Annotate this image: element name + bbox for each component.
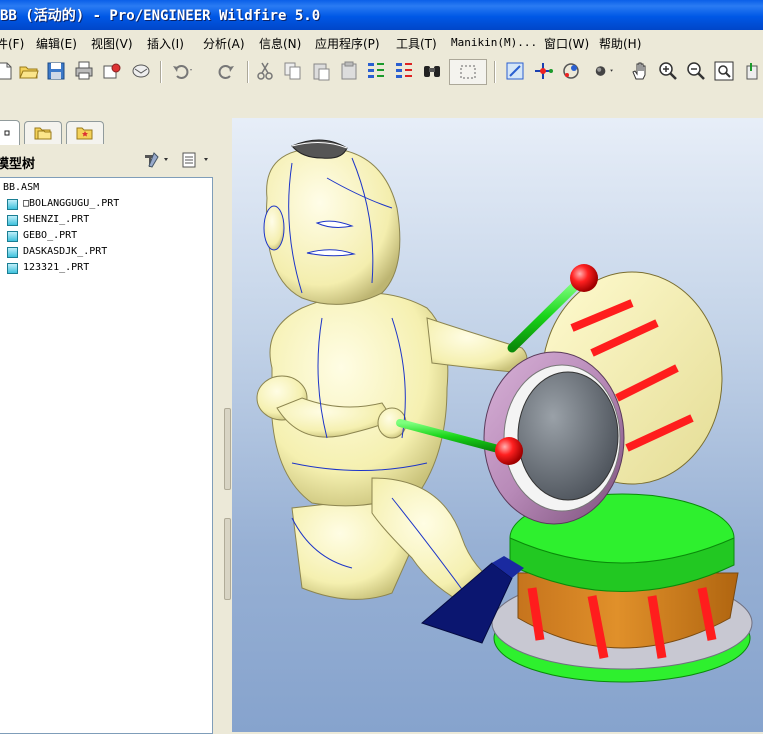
email-icon[interactable]: [129, 59, 153, 83]
menu-bar: 件(F) 编辑(E) 视图(V) 插入(I) 分析(A) 信息(N) 应用程序(…: [0, 30, 763, 55]
redo-icon[interactable]: [213, 59, 237, 83]
open-icon[interactable]: [17, 59, 41, 83]
repaint-icon[interactable]: [503, 59, 527, 83]
find-icon[interactable]: [420, 59, 444, 83]
panel-splitter[interactable]: [222, 118, 232, 732]
copy-icon[interactable]: [281, 59, 305, 83]
menu-tools[interactable]: 工具(T): [396, 35, 437, 52]
model-tree-tab[interactable]: [0, 120, 20, 145]
part-icon: [7, 247, 18, 258]
display-style-icon[interactable]: [587, 59, 621, 83]
refit-icon[interactable]: [712, 59, 736, 83]
navigator-tabs: [0, 118, 232, 145]
menu-edit[interactable]: 编辑(E): [36, 35, 77, 52]
main-toolbar: [0, 55, 763, 89]
menu-applications[interactable]: 应用程序(P): [315, 35, 380, 52]
part-icon: [7, 231, 18, 242]
folder-icon: [34, 127, 52, 140]
menu-info[interactable]: 信息(N): [259, 35, 301, 52]
model-tree-header: 模型树: [0, 146, 222, 176]
paste-icon[interactable]: [309, 59, 333, 83]
send-icon[interactable]: [100, 59, 124, 83]
splitter-handle[interactable]: [224, 408, 231, 490]
part-icon: [7, 215, 18, 226]
print-icon[interactable]: [72, 59, 96, 83]
new-icon[interactable]: [0, 59, 16, 83]
menu-file[interactable]: 件(F): [0, 35, 24, 52]
menu-analysis[interactable]: 分析(A): [203, 35, 245, 52]
spin-center-icon[interactable]: [531, 59, 555, 83]
menu-manikin[interactable]: Manikin(M)...: [451, 36, 537, 49]
list-icon: [182, 152, 208, 168]
save-icon[interactable]: [44, 59, 68, 83]
part-icon: [7, 199, 18, 210]
title-bar: BB (活动的) - Pro/ENGINEER Wildfire 5.0: [0, 0, 763, 30]
window-title: BB (活动的) - Pro/ENGINEER Wildfire 5.0: [0, 8, 321, 24]
pan-icon[interactable]: [628, 59, 652, 83]
menu-help[interactable]: 帮助(H): [599, 35, 641, 52]
folder-browser-tab[interactable]: [24, 121, 62, 144]
orient-icon[interactable]: [559, 59, 583, 83]
tree-filter-button[interactable]: [180, 150, 214, 170]
tools-icon: [145, 152, 168, 168]
graphics-window[interactable]: [232, 118, 763, 732]
select-box-icon[interactable]: [449, 59, 487, 85]
toolbar-gap: [0, 89, 763, 118]
tree-settings-button[interactable]: [142, 150, 174, 170]
regenerate-icon[interactable]: [364, 59, 388, 83]
zoom-in-icon[interactable]: [656, 59, 680, 83]
part-icon: [7, 263, 18, 274]
paste-special-icon[interactable]: [337, 59, 361, 83]
cut-icon[interactable]: [253, 59, 277, 83]
model-tree-icon: [4, 130, 10, 136]
3d-model-drummer[interactable]: [232, 118, 763, 732]
undo-icon[interactable]: [170, 59, 194, 83]
favorites-icon: [76, 127, 93, 140]
regen-manager-icon[interactable]: [392, 59, 416, 83]
model-tree: BB.ASM □BOLANGGUGU_.PRT SHENZI_.PRT GEBO…: [0, 177, 213, 734]
menu-window[interactable]: 窗口(W): [544, 35, 589, 52]
zoom-out-icon[interactable]: [684, 59, 708, 83]
model-tree-title: 模型树: [0, 157, 36, 172]
splitter-handle[interactable]: [224, 518, 231, 600]
favorites-tab[interactable]: [66, 121, 104, 144]
menu-insert[interactable]: 插入(I): [147, 35, 184, 52]
more-icon[interactable]: [740, 59, 763, 83]
menu-view[interactable]: 视图(V): [91, 35, 133, 52]
